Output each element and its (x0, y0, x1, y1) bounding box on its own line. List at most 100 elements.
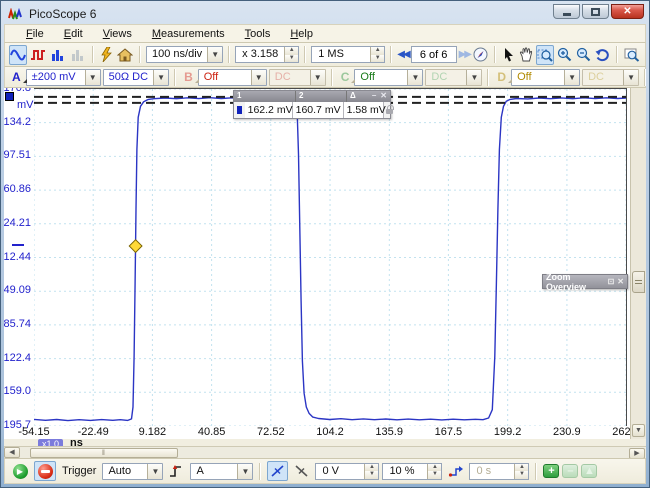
add-measurement-button[interactable]: + (543, 464, 559, 478)
zoom-in-tool-button[interactable] (556, 45, 573, 65)
spectrum-view-button[interactable] (49, 45, 67, 65)
close-button[interactable]: ✕ (611, 4, 644, 19)
advanced-trigger-button[interactable] (166, 461, 187, 481)
separator (259, 463, 261, 480)
spinner-arrows-icon: ▲▼ (370, 47, 384, 62)
delay-arrow-icon (448, 464, 464, 478)
trigger-marker-diamond (129, 240, 142, 253)
trigger-delay-value: 0 s (470, 464, 514, 479)
trigger-edge-icon (169, 464, 184, 478)
waveform-plot[interactable] (34, 88, 627, 426)
chevron-down-icon: ▼ (623, 70, 638, 85)
zoom-overview-button[interactable] (623, 45, 641, 65)
picoscope-window: PicoScope 6 ✕ FileEditViewsMeasurementsT… (0, 0, 650, 488)
ruler-legend[interactable]: 1 2 Δ – ✕ 162.2 mV 160.7 mV 1.58 mV (233, 90, 391, 119)
scroll-right-button[interactable]: ▶ (629, 448, 645, 458)
persistence-mode-button[interactable] (69, 45, 87, 65)
minimize-button[interactable] (553, 4, 580, 19)
trigger-level-spinner[interactable]: 0 V ▲▼ (315, 463, 379, 480)
channel-b-range-select[interactable]: Off ▼ (198, 69, 267, 86)
buffer-index-field[interactable]: 6 of 6 (411, 46, 457, 63)
falling-edge-icon (294, 464, 309, 478)
channel-c-coupling-select[interactable]: DC ▼ (425, 69, 482, 86)
close-legend-icon[interactable]: ✕ (380, 91, 387, 102)
buffer-navigator-button[interactable] (472, 45, 489, 65)
chevron-down-icon: ▼ (147, 464, 162, 479)
ruler-legend-header[interactable]: 1 2 Δ – ✕ (234, 91, 390, 102)
horizontal-scrollbar[interactable]: ◀ ‖ ▶ (4, 446, 646, 458)
separator (304, 46, 306, 63)
normal-select-tool-button[interactable] (501, 45, 516, 65)
minimize-icon (563, 13, 571, 16)
zoom-overview-title: Zoom Overview (546, 272, 608, 292)
channel-b-options-button[interactable]: B (181, 70, 196, 84)
auto-setup-button[interactable] (99, 45, 114, 65)
menu-measurements[interactable]: Measurements (143, 26, 234, 42)
channel-b-coupling-select[interactable]: DC ▼ (269, 69, 326, 86)
start-capture-button[interactable]: ▶ (9, 461, 31, 481)
samples-value: 1 MS (312, 47, 370, 62)
hand-icon (519, 47, 533, 62)
maximize-button[interactable] (582, 4, 609, 19)
scope-view[interactable]: mV 170.8134.297.5160.8624.21-12.44-49.09… (4, 88, 646, 458)
x-tick-label: 72.52 (249, 426, 293, 438)
marquee-zoom-tool-button[interactable] (536, 45, 554, 65)
x-tick-label: 230.9 (545, 426, 589, 438)
scroll-left-button[interactable]: ◀ (4, 447, 20, 458)
channel-c-options-button[interactable]: C (338, 70, 353, 84)
square-wave-view-button[interactable] (29, 45, 47, 65)
panel-grip-handle[interactable] (632, 271, 645, 293)
close-icon[interactable]: ✕ (617, 277, 624, 286)
channel-a-zero-marker[interactable] (12, 244, 24, 246)
menu-edit[interactable]: Edit (55, 26, 92, 42)
trigger-delay-spinner[interactable]: 0 s ▲▼ (469, 463, 529, 480)
y-tick-label: -49.09 (4, 284, 31, 296)
falling-edge-button[interactable] (291, 461, 312, 481)
trigger-mode-select[interactable]: Auto ▼ (102, 463, 163, 480)
channel-a-range-select[interactable]: ±200 mV ▼ (26, 69, 101, 86)
channel-d-options-button[interactable]: D (494, 70, 509, 84)
title-bar[interactable]: PicoScope 6 ✕ (4, 4, 646, 24)
trigger-delay-button[interactable] (445, 461, 466, 481)
timebase-select[interactable]: 100 ns/div ▼ (146, 46, 223, 63)
y-tick-label: 97.51 (4, 149, 31, 161)
ruler-lock-button[interactable] (384, 102, 390, 118)
pretrigger-spinner[interactable]: 10 % ▲▼ (382, 463, 442, 480)
samples-spinner[interactable]: 1 MS ▲▼ (311, 46, 385, 63)
hand-tool-button[interactable] (518, 45, 534, 65)
minimize-legend-icon[interactable]: – (372, 91, 376, 102)
channel-c-range-select[interactable]: Off ▼ (354, 69, 423, 86)
panel-expand-button[interactable]: ▼ (632, 424, 645, 437)
menu-help[interactable]: Help (281, 26, 322, 42)
spectrum-bars-icon (50, 48, 66, 62)
prev-buffer-button[interactable]: ◀◀ (397, 49, 408, 60)
y-tick-label: 134.2 (4, 116, 31, 128)
stop-capture-button[interactable] (34, 461, 56, 481)
scope-view-button[interactable] (9, 45, 27, 65)
separator (92, 46, 94, 63)
menu-views[interactable]: Views (94, 26, 141, 42)
pin-icon[interactable]: ⊡ (608, 277, 615, 286)
x-tick-label: -54.15 (12, 426, 56, 438)
menu-file[interactable]: File (17, 26, 53, 42)
channel-a-options-button[interactable]: A (9, 70, 24, 84)
delete-measurement-button[interactable]: ▲ (581, 464, 597, 478)
home-settings-button[interactable] (116, 45, 134, 65)
next-buffer-button[interactable]: ▶▶ (459, 49, 470, 60)
chevron-down-icon: ▼ (85, 70, 100, 85)
channel-d-coupling-select[interactable]: DC ▼ (582, 69, 639, 86)
channel-d-range-select[interactable]: Off ▼ (511, 69, 580, 86)
maximize-icon (591, 8, 600, 16)
trigger-source-value: A (191, 464, 237, 479)
zoom-factor-spinner[interactable]: x 3.158 ▲▼ (235, 46, 299, 63)
trigger-label: Trigger (59, 465, 99, 477)
scrollbar-thumb[interactable]: ‖ (30, 448, 178, 458)
zoom-out-tool-button[interactable] (575, 45, 592, 65)
undo-zoom-button[interactable] (594, 45, 611, 65)
channel-a-coupling-select[interactable]: 50Ω DC ▼ (103, 69, 169, 86)
trigger-source-select[interactable]: A ▼ (190, 463, 253, 480)
rising-edge-button[interactable] (267, 461, 288, 481)
menu-tools[interactable]: Tools (236, 26, 280, 42)
zoom-overview-panel[interactable]: Zoom Overview ⊡ ✕ (542, 274, 628, 289)
edit-measurement-button[interactable]: – (562, 464, 578, 478)
